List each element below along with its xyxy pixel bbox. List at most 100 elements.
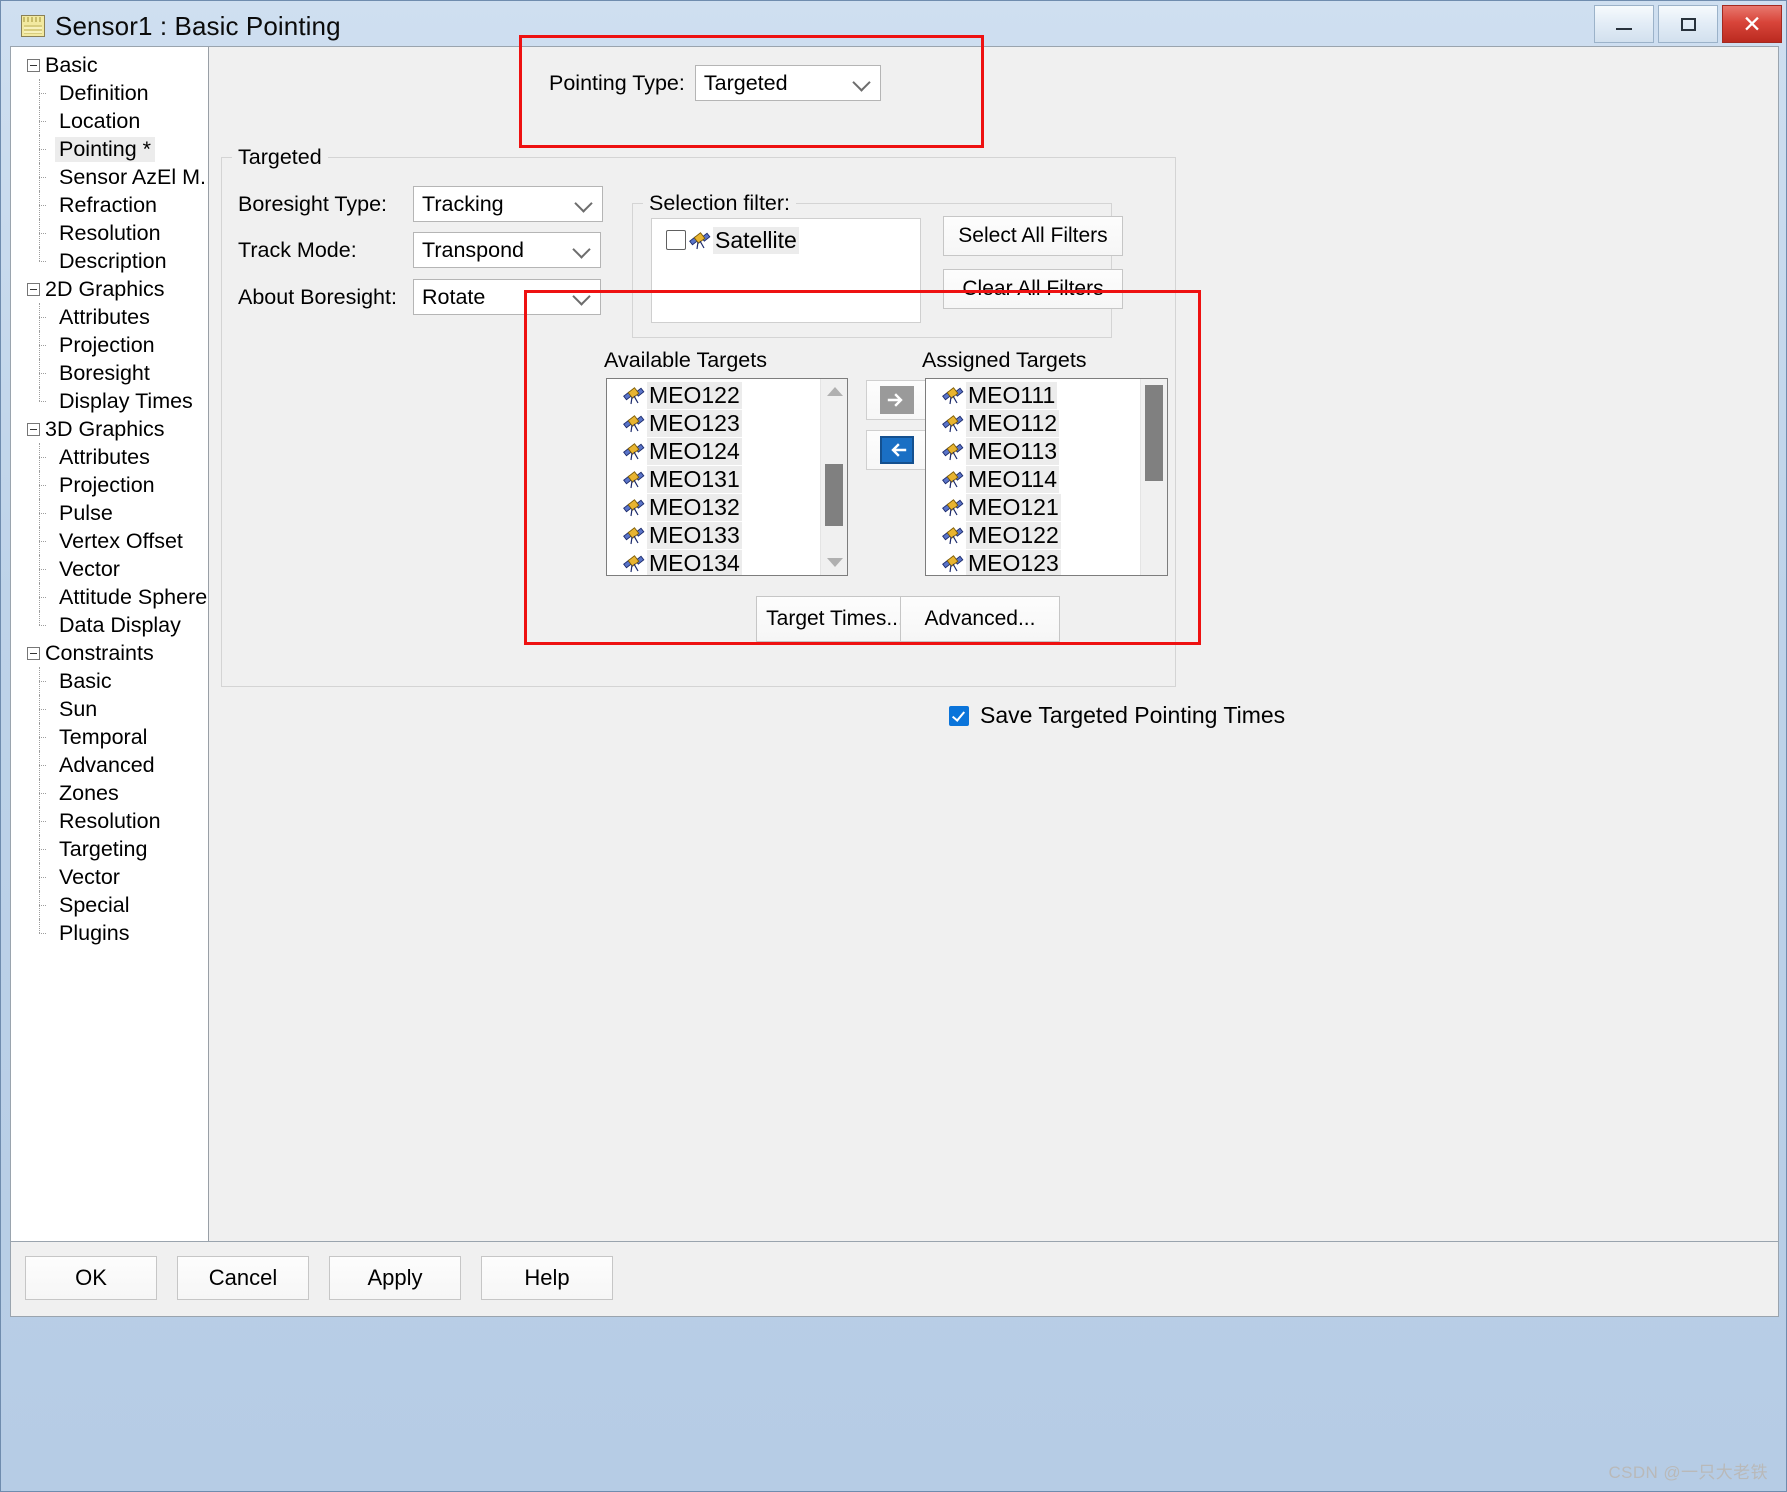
sidebar-item-2d-display-times[interactable]: Display Times (11, 387, 208, 415)
close-icon: ✕ (1742, 11, 1762, 37)
collapse-icon[interactable] (27, 422, 40, 436)
sidebar-item-description[interactable]: Description (11, 247, 208, 275)
pointing-type-select[interactable]: Targeted (694, 65, 881, 101)
list-item[interactable]: MEO122 (926, 521, 1140, 549)
boresight-type-row: Boresight Type: Tracking (238, 186, 603, 222)
close-button[interactable]: ✕ (1722, 5, 1782, 43)
about-boresight-select[interactable]: Rotate (413, 279, 601, 315)
list-item-label: MEO111 (966, 381, 1058, 409)
assigned-targets-caption: Assigned Targets (922, 348, 1087, 372)
collapse-icon[interactable] (27, 282, 40, 296)
maximize-button[interactable] (1658, 5, 1718, 43)
list-item-label: MEO114 (966, 465, 1060, 493)
list-item[interactable]: MEO123 (926, 549, 1140, 575)
sidebar-item-constraints-vector[interactable]: Vector (11, 863, 208, 891)
sidebar-item-constraints-resolution[interactable]: Resolution (11, 807, 208, 835)
help-button[interactable]: Help (481, 1256, 613, 1300)
assigned-targets-list[interactable]: MEO111 MEO112 MEO113 MEO114 MEO121 MEO12… (925, 378, 1168, 576)
select-all-filters-button[interactable]: Select All Filters (943, 216, 1123, 256)
sidebar-item-resolution[interactable]: Resolution (11, 219, 208, 247)
sidebar-item-constraints-basic[interactable]: Basic (11, 667, 208, 695)
sidebar-item-constraints-special[interactable]: Special (11, 891, 208, 919)
list-item[interactable]: MEO114 (926, 465, 1140, 493)
tree-group-constraints[interactable]: Constraints (11, 639, 208, 667)
sidebar-item-3d-data-display[interactable]: Data Display (11, 611, 208, 639)
list-item[interactable]: MEO124 (607, 437, 820, 465)
cancel-button[interactable]: Cancel (177, 1256, 309, 1300)
sidebar-item-constraints-temporal[interactable]: Temporal (11, 723, 208, 751)
pointing-type-label: Pointing Type: (549, 70, 685, 95)
sidebar-item-definition[interactable]: Definition (11, 79, 208, 107)
sidebar-item-location[interactable]: Location (11, 107, 208, 135)
ok-button[interactable]: OK (25, 1256, 157, 1300)
list-item[interactable]: MEO112 (926, 409, 1140, 437)
tree-item-label: Pointing * (55, 136, 156, 162)
sidebar-item-3d-vertex-offset[interactable]: Vertex Offset (11, 527, 208, 555)
tree-item-label: Boresight (59, 360, 150, 385)
collapse-icon[interactable] (27, 58, 40, 72)
scroll-down-icon[interactable] (827, 558, 843, 567)
sidebar-item-constraints-targeting[interactable]: Targeting (11, 835, 208, 863)
advanced-button[interactable]: Advanced... (900, 596, 1060, 642)
list-item[interactable]: MEO121 (926, 493, 1140, 521)
tree-group-label: 3D Graphics (45, 416, 165, 441)
assigned-targets-scrollbar[interactable] (1140, 379, 1167, 575)
available-targets-caption: Available Targets (604, 348, 767, 372)
list-item[interactable]: MEO122 (607, 381, 820, 409)
sidebar-item-3d-vector[interactable]: Vector (11, 555, 208, 583)
sidebar-item-3d-pulse[interactable]: Pulse (11, 499, 208, 527)
list-item[interactable]: MEO123 (607, 409, 820, 437)
scroll-up-icon[interactable] (827, 387, 843, 396)
apply-button[interactable]: Apply (329, 1256, 461, 1300)
list-item[interactable]: MEO131 (607, 465, 820, 493)
available-targets-scrollbar[interactable] (820, 379, 847, 575)
list-item[interactable]: MEO132 (607, 493, 820, 521)
sidebar-item-3d-projection[interactable]: Projection (11, 471, 208, 499)
target-times-button[interactable]: Target Times... (756, 596, 914, 642)
sidebar-item-pointing[interactable]: Pointing * (11, 135, 208, 163)
sidebar-item-constraints-sun[interactable]: Sun (11, 695, 208, 723)
filter-item-satellite[interactable]: Satellite (652, 225, 920, 255)
tree-item-label: Resolution (59, 220, 161, 245)
available-targets-list[interactable]: MEO122 MEO123 MEO124 MEO131 MEO132 MEO13… (606, 378, 848, 576)
list-item[interactable]: MEO134 (607, 549, 820, 575)
scrollbar-thumb[interactable] (825, 464, 843, 526)
properties-window: Sensor1 : Basic Pointing ✕ Basic Definit… (0, 0, 1787, 1492)
boresight-type-select[interactable]: Tracking (413, 186, 603, 222)
sidebar-item-refraction[interactable]: Refraction (11, 191, 208, 219)
save-pointing-times-row[interactable]: Save Targeted Pointing Times (949, 702, 1285, 729)
unassign-target-button[interactable] (866, 430, 928, 470)
tree-item-label: Plugins (59, 920, 130, 945)
sidebar-item-3d-attitude-sphere[interactable]: Attitude Sphere (11, 583, 208, 611)
satellite-icon (942, 524, 964, 546)
sidebar-item-constraints-advanced[interactable]: Advanced (11, 751, 208, 779)
chevron-down-icon (852, 73, 871, 92)
tree-group-3d-graphics[interactable]: 3D Graphics (11, 415, 208, 443)
sidebar-item-sensor-azel-mask[interactable]: Sensor AzEl M... (11, 163, 208, 191)
tree-group-basic[interactable]: Basic (11, 51, 208, 79)
sidebar-item-3d-attributes[interactable]: Attributes (11, 443, 208, 471)
navigation-tree[interactable]: Basic Definition Location Pointing * Sen… (11, 47, 209, 1241)
clear-all-filters-button[interactable]: Clear All Filters (943, 269, 1123, 309)
tree-item-label: Advanced (59, 752, 155, 777)
tree-group-label: 2D Graphics (45, 276, 165, 301)
track-mode-select[interactable]: Transpond (413, 232, 601, 268)
filter-checkbox[interactable] (666, 230, 686, 250)
selection-filter-list[interactable]: Satellite (651, 218, 921, 323)
save-pointing-times-checkbox[interactable] (949, 705, 969, 726)
sidebar-item-2d-boresight[interactable]: Boresight (11, 359, 208, 387)
list-item[interactable]: MEO133 (607, 521, 820, 549)
sidebar-item-2d-projection[interactable]: Projection (11, 331, 208, 359)
sidebar-item-constraints-zones[interactable]: Zones (11, 779, 208, 807)
assign-target-button[interactable] (866, 380, 928, 420)
list-item-label: MEO132 (647, 493, 742, 521)
available-targets-items: MEO122 MEO123 MEO124 MEO131 MEO132 MEO13… (607, 379, 820, 575)
collapse-icon[interactable] (27, 646, 40, 660)
list-item[interactable]: MEO111 (926, 381, 1140, 409)
minimize-button[interactable] (1594, 5, 1654, 43)
list-item[interactable]: MEO113 (926, 437, 1140, 465)
tree-group-2d-graphics[interactable]: 2D Graphics (11, 275, 208, 303)
sidebar-item-2d-attributes[interactable]: Attributes (11, 303, 208, 331)
sidebar-item-constraints-plugins[interactable]: Plugins (11, 919, 208, 947)
scrollbar-thumb[interactable] (1145, 385, 1163, 481)
